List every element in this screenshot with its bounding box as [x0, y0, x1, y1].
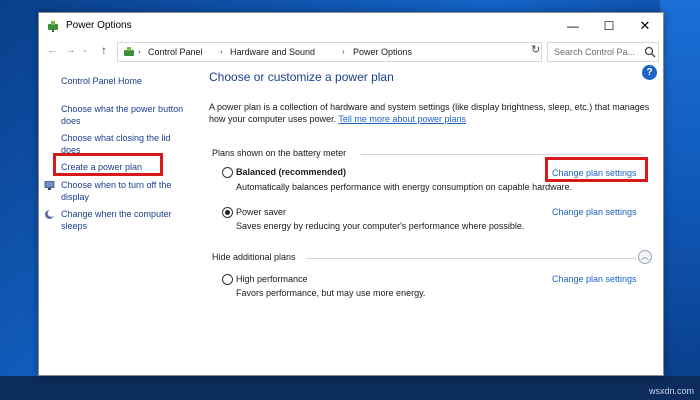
sidebar-item-label: does	[61, 116, 81, 126]
change-plan-settings-power-saver[interactable]: Change plan settings	[552, 207, 637, 217]
page-title: Choose or customize a power plan	[209, 70, 394, 84]
breadcrumb-power-options[interactable]: Power Options	[353, 47, 412, 57]
sidebar: Control Panel Home Choose what the power…	[39, 65, 199, 375]
radio-power-saver[interactable]	[222, 207, 233, 218]
sidebar-item-label: Choose what closing the lid	[61, 133, 171, 143]
recent-locations-button[interactable]: ⌄	[82, 46, 88, 54]
forward-button[interactable]: →	[65, 44, 76, 56]
search-placeholder: Search Control Pa...	[554, 47, 636, 57]
back-button[interactable]: ←	[47, 44, 58, 56]
radio-high-performance[interactable]	[222, 274, 233, 285]
highlight-change-plan-settings	[545, 157, 648, 182]
plan-description-power-saver: Saves energy by reducing your computer's…	[236, 221, 525, 231]
taskbar	[0, 376, 700, 400]
minimize-button[interactable]: —	[555, 13, 591, 39]
window-title: Power Options	[66, 20, 132, 31]
collapse-plans-button[interactable]: ︿	[638, 250, 652, 264]
power-options-window: Power Options — ☐ ✕ ← → ⌄ ↑ › Control Pa…	[38, 12, 664, 376]
hide-additional-plans-label[interactable]: Hide additional plans	[212, 252, 296, 262]
battery-meter-section-label: Plans shown on the battery meter	[212, 148, 347, 158]
sidebar-item-computer-sleeps[interactable]: Change when the computer sleeps	[61, 208, 172, 232]
tell-me-more-link[interactable]: Tell me more about power plans	[338, 114, 466, 124]
section-divider	[306, 258, 636, 259]
display-icon	[44, 181, 55, 190]
intro-line: A power plan is a collection of hardware…	[209, 102, 650, 112]
up-button[interactable]: ↑	[101, 43, 107, 57]
sidebar-item-label: display	[61, 192, 90, 202]
maximize-button[interactable]: ☐	[591, 13, 627, 39]
radio-balanced[interactable]	[222, 167, 233, 178]
sidebar-item-control-panel-home[interactable]: Control Panel Home	[61, 75, 142, 87]
sidebar-item-label: Choose what the power button	[61, 104, 184, 114]
change-plan-settings-high-performance[interactable]: Change plan settings	[552, 274, 637, 284]
sidebar-item-turn-off-display[interactable]: Choose when to turn off the display	[61, 179, 171, 203]
desktop-background	[660, 0, 700, 400]
watermark: wsxdn.com	[648, 386, 694, 396]
intro-text: A power plan is a collection of hardware…	[209, 101, 654, 125]
intro-line: how your computer uses power. Tell me mo…	[209, 113, 654, 125]
search-icon[interactable]	[644, 46, 656, 58]
crumb-separator: ›	[220, 47, 223, 56]
control-panel-icon	[124, 47, 134, 56]
section-divider	[361, 154, 643, 155]
sidebar-item-label: Change when the computer	[61, 209, 172, 219]
plan-description-balanced: Automatically balances performance with …	[236, 182, 573, 192]
close-button[interactable]: ✕	[627, 13, 663, 39]
crumb-separator: ›	[138, 47, 141, 56]
highlight-create-power-plan	[53, 153, 163, 176]
intro-prefix: how your computer uses power.	[209, 114, 339, 124]
crumb-separator: ›	[342, 47, 345, 56]
breadcrumb-control-panel[interactable]: Control Panel	[148, 47, 203, 57]
address-bar[interactable]: › Control Panel › Hardware and Sound › P…	[117, 42, 607, 62]
sidebar-item-label: Choose when to turn off the	[61, 180, 172, 190]
sleep-moon-icon	[45, 209, 55, 219]
sidebar-item-power-button[interactable]: Choose what the power button does	[61, 103, 183, 127]
plan-name-power-saver[interactable]: Power saver	[236, 207, 286, 217]
main-content: Choose or customize a power plan A power…	[209, 65, 659, 375]
plan-name-balanced[interactable]: Balanced (recommended)	[236, 167, 346, 177]
sidebar-item-label: sleeps	[61, 221, 88, 231]
title-bar[interactable]: Power Options — ☐ ✕	[39, 13, 663, 39]
plan-name-high-performance[interactable]: High performance	[236, 274, 308, 284]
breadcrumb-hardware-and-sound[interactable]: Hardware and Sound	[230, 47, 315, 57]
power-options-app-icon	[48, 21, 58, 32]
plan-description-high-performance: Favors performance, but may use more ene…	[236, 288, 426, 298]
search-input[interactable]: Search Control Pa...	[547, 42, 659, 62]
navigation-bar: ← → ⌄ ↑ › Control Panel › Hardware and S…	[39, 39, 663, 65]
refresh-button[interactable]: ↻	[531, 43, 540, 56]
